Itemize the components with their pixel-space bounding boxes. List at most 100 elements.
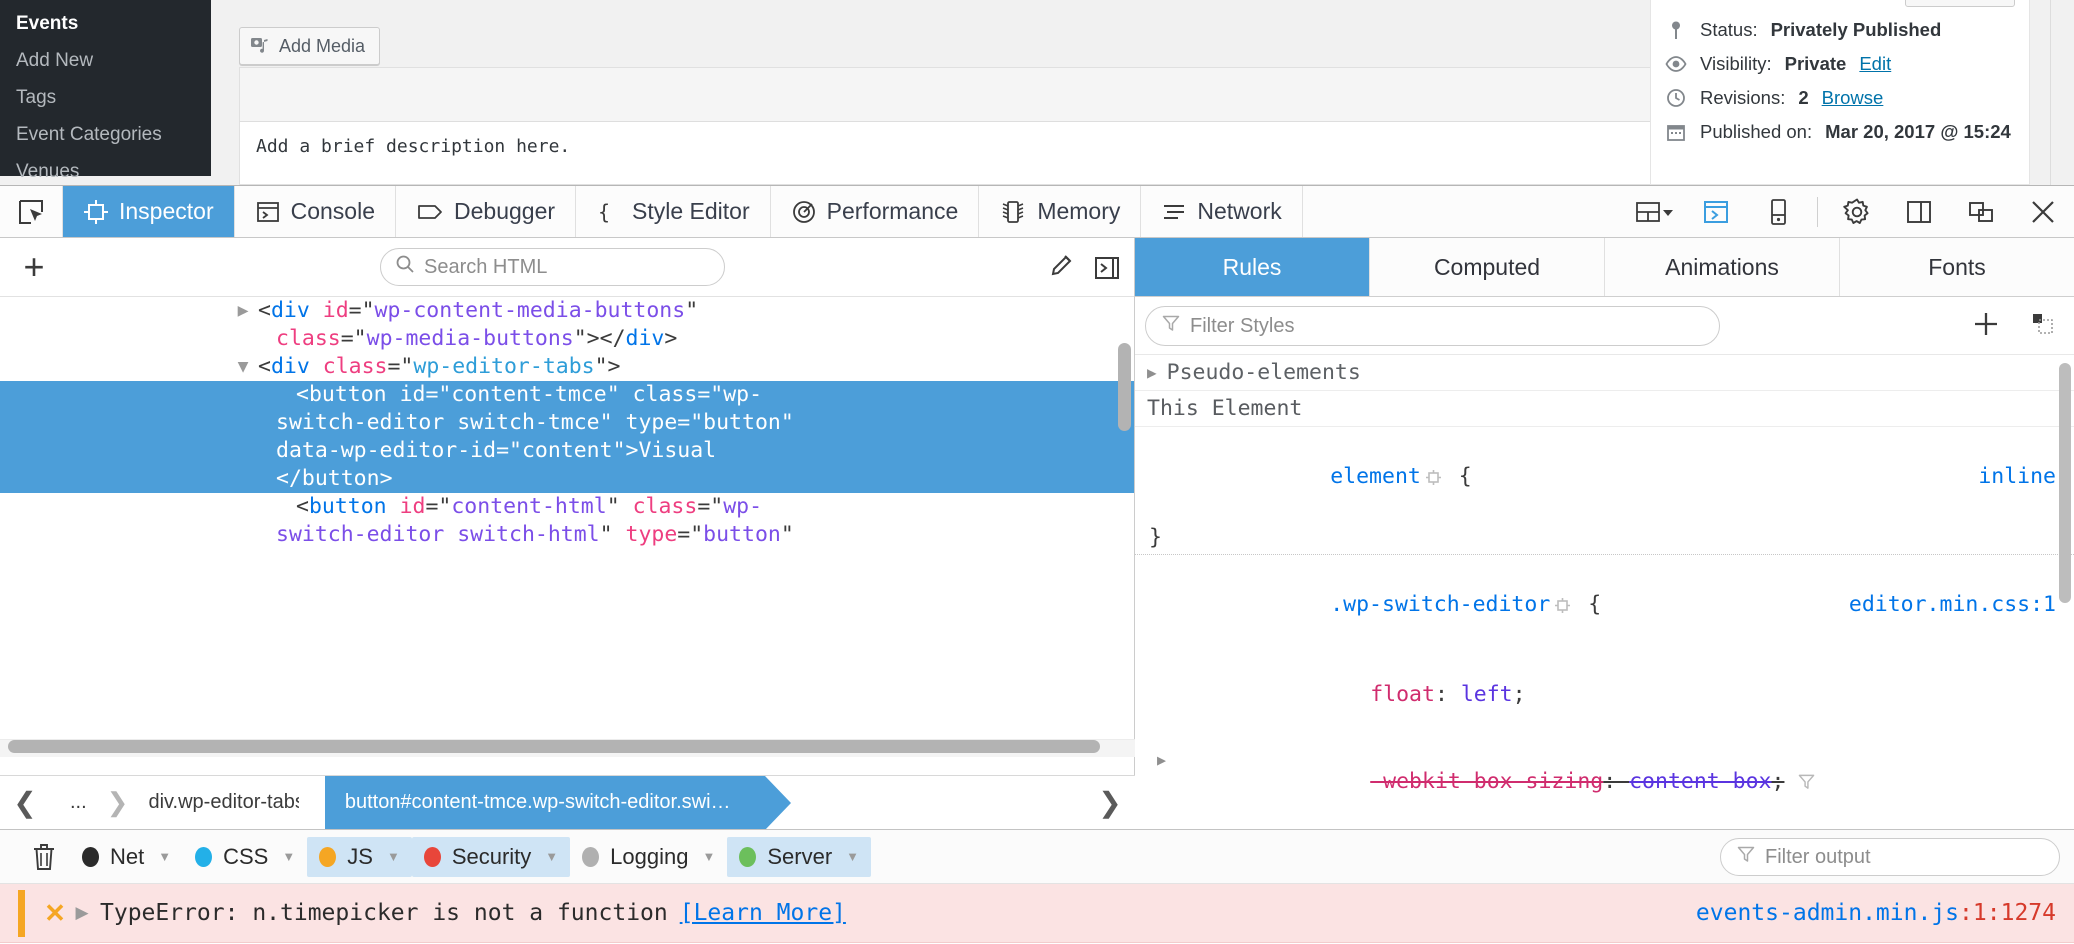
rule-source-link[interactable]: editor.min.css:1: [1849, 590, 2056, 619]
markup-vertical-scrollbar[interactable]: [1118, 343, 1131, 431]
tab-fonts[interactable]: Fonts: [1840, 238, 2074, 296]
split-pane-icon[interactable]: [1092, 253, 1122, 283]
declaration-float[interactable]: float: left;: [1135, 651, 2074, 738]
error-source-link[interactable]: events-admin.min.js:1:1274: [1696, 900, 2056, 926]
console-filter-css[interactable]: CSS ▼: [183, 837, 307, 877]
chevron-down-icon[interactable]: ▼: [282, 849, 295, 864]
split-console-icon[interactable]: [1685, 186, 1747, 238]
tab-memory[interactable]: Memory: [979, 186, 1142, 237]
tab-network[interactable]: Network: [1141, 186, 1303, 237]
markup-token-txt: Visual: [638, 438, 717, 463]
twisty-open-icon[interactable]: ▼: [232, 353, 254, 381]
visibility-edit-link[interactable]: Edit: [1859, 53, 1891, 75]
console-filter-security[interactable]: Security ▼: [411, 836, 571, 877]
tab-debugger[interactable]: Debugger: [396, 186, 577, 237]
plus-icon[interactable]: [1970, 308, 2002, 345]
declaration-funnel-icon[interactable]: [1798, 771, 1815, 796]
learn-more-link[interactable]: [Learn More]: [680, 900, 846, 926]
markup-token-punct: </: [276, 466, 302, 491]
chevron-down-icon[interactable]: ▼: [846, 849, 859, 864]
element-state-box-icon: [1554, 593, 1571, 622]
chevron-down-icon[interactable]: ▼: [702, 849, 715, 864]
tab-style-editor[interactable]: { } Style Editor: [576, 186, 771, 237]
chevron-right-icon[interactable]: ▶: [1157, 746, 1166, 775]
add-media-button[interactable]: Add Media: [239, 27, 381, 65]
chevron-down-icon[interactable]: ▼: [545, 849, 558, 864]
search-html-input[interactable]: Search HTML: [380, 248, 725, 286]
chevron-right-icon[interactable]: ▶: [70, 903, 94, 923]
settings-gear-icon[interactable]: [1826, 186, 1888, 238]
published-value: Mar 20, 2017 @ 15:24: [1825, 121, 2011, 142]
sidebar-item-add-new[interactable]: Add New: [0, 42, 211, 79]
twisty-closed-icon[interactable]: ▶: [232, 297, 254, 325]
sidebar-item-event-categories[interactable]: Event Categories: [0, 116, 211, 153]
sidebar-item-venues[interactable]: Venues: [0, 153, 211, 185]
markup-line[interactable]: <button id="content-tmce" class="wp-: [0, 381, 1134, 409]
sidebar-item-label: Event Categories: [16, 124, 162, 145]
chevron-down-icon[interactable]: ▼: [158, 849, 171, 864]
sidebar-item-tags[interactable]: Tags: [0, 79, 211, 116]
chevron-left-icon[interactable]: ❮: [0, 776, 50, 829]
tab-label: Performance: [826, 198, 959, 224]
rules-vertical-scrollbar[interactable]: [2059, 363, 2071, 603]
tab-computed[interactable]: Computed: [1370, 238, 1605, 296]
chevron-right-icon[interactable]: ❯: [1085, 776, 1135, 829]
rule-source-link[interactable]: inline: [1978, 462, 2056, 491]
markup-line[interactable]: switch-editor switch-html" type="button": [0, 521, 1134, 549]
tab-performance[interactable]: Performance: [771, 186, 980, 237]
preview-changes-button[interactable]: [1905, 0, 2015, 7]
console-filter-logging[interactable]: Logging ▼: [570, 837, 727, 877]
breadcrumb-item-ellipsis[interactable]: ...: [50, 776, 107, 829]
select-dock-icon[interactable]: [1623, 186, 1685, 238]
breadcrumb-item-div-wp-editor-tabs[interactable]: div.wp-editor-tabs: [128, 776, 324, 829]
element-picker-icon[interactable]: [0, 186, 63, 237]
add-node-button[interactable]: +: [0, 246, 68, 288]
styles-filter-actions: [1970, 297, 2058, 355]
pseudo-elements-header[interactable]: ▶ Pseudo-elements: [1135, 355, 2074, 391]
revisions-browse-link[interactable]: Browse: [1822, 87, 1884, 109]
element-state-icon[interactable]: [2028, 309, 2058, 344]
markup-tree[interactable]: ▶ <div id="wp-content-media-buttons" class…: [0, 297, 1134, 757]
markup-token-punct: =": [697, 382, 724, 407]
sidebar-item-events[interactable]: Events: [0, 5, 211, 42]
console-filter-js[interactable]: JS ▼: [307, 836, 412, 877]
trash-icon[interactable]: [18, 842, 70, 872]
console-filter-server[interactable]: Server ▼: [727, 836, 872, 877]
editor-placeholder-text: Add a brief description here.: [256, 136, 571, 157]
rule-selector-line[interactable]: .wp-switch-editor {editor.min.css:1: [1135, 561, 2074, 651]
tab-inspector[interactable]: Inspector: [63, 186, 235, 237]
filter-output-input[interactable]: Filter output: [1720, 838, 2060, 876]
markup-line[interactable]: ▼ <div class="wp-editor-tabs">: [0, 353, 1134, 381]
markup-line[interactable]: ▶ <div id="wp-content-media-buttons": [0, 297, 1134, 325]
console-filter-net[interactable]: Net ▼: [70, 837, 183, 877]
console-message-error[interactable]: ✕ ▶ TypeError: n.timepicker is not a fun…: [0, 884, 2074, 943]
status-value: Privately Published: [1770, 19, 1942, 40]
close-icon[interactable]: [2012, 186, 2074, 238]
responsive-design-icon[interactable]: [1747, 186, 1809, 238]
rules-list[interactable]: ▶ Pseudo-elements This Element element {…: [1135, 355, 2074, 829]
breadcrumb-item-button-content-tmce[interactable]: button#content-tmce.wp-switch-editor.swi…: [298, 776, 791, 829]
filter-styles-input[interactable]: Filter Styles: [1145, 306, 1720, 346]
markup-line[interactable]: switch-editor switch-tmce" type="button": [0, 409, 1134, 437]
eyedropper-icon[interactable]: [1044, 253, 1074, 283]
markup-line[interactable]: </button>: [0, 465, 1134, 493]
status-label: Status:: [1700, 19, 1758, 40]
declaration-webkit-box-sizing[interactable]: ▶ -webkit-box-sizing: content-box;: [1135, 738, 2074, 827]
markup-token-punct: =": [348, 298, 375, 323]
markup-line[interactable]: data-wp-editor-id="content">Visual: [0, 437, 1134, 465]
markup-horizontal-scrollbar[interactable]: [8, 740, 1100, 753]
markup-token-attr: id: [399, 494, 426, 519]
markup-line[interactable]: <button id="content-html" class="wp-: [0, 493, 1134, 521]
chevron-down-icon[interactable]: ▼: [387, 849, 400, 864]
markup-token-punct: =": [677, 410, 704, 435]
pin-icon: [1665, 19, 1687, 41]
rule-element-inline: element {inline }: [1135, 427, 2074, 555]
markup-line[interactable]: class="wp-media-buttons"></div>: [0, 325, 1134, 353]
dock-side-icon[interactable]: [1888, 186, 1950, 238]
markup-token-valp: wp-: [723, 494, 763, 519]
tab-animations[interactable]: Animations: [1605, 238, 1840, 296]
dock-separate-window-icon[interactable]: [1950, 186, 2012, 238]
rule-selector-line[interactable]: element {inline: [1135, 433, 2074, 523]
tab-rules[interactable]: Rules: [1135, 238, 1370, 296]
tab-console[interactable]: Console: [235, 186, 396, 237]
